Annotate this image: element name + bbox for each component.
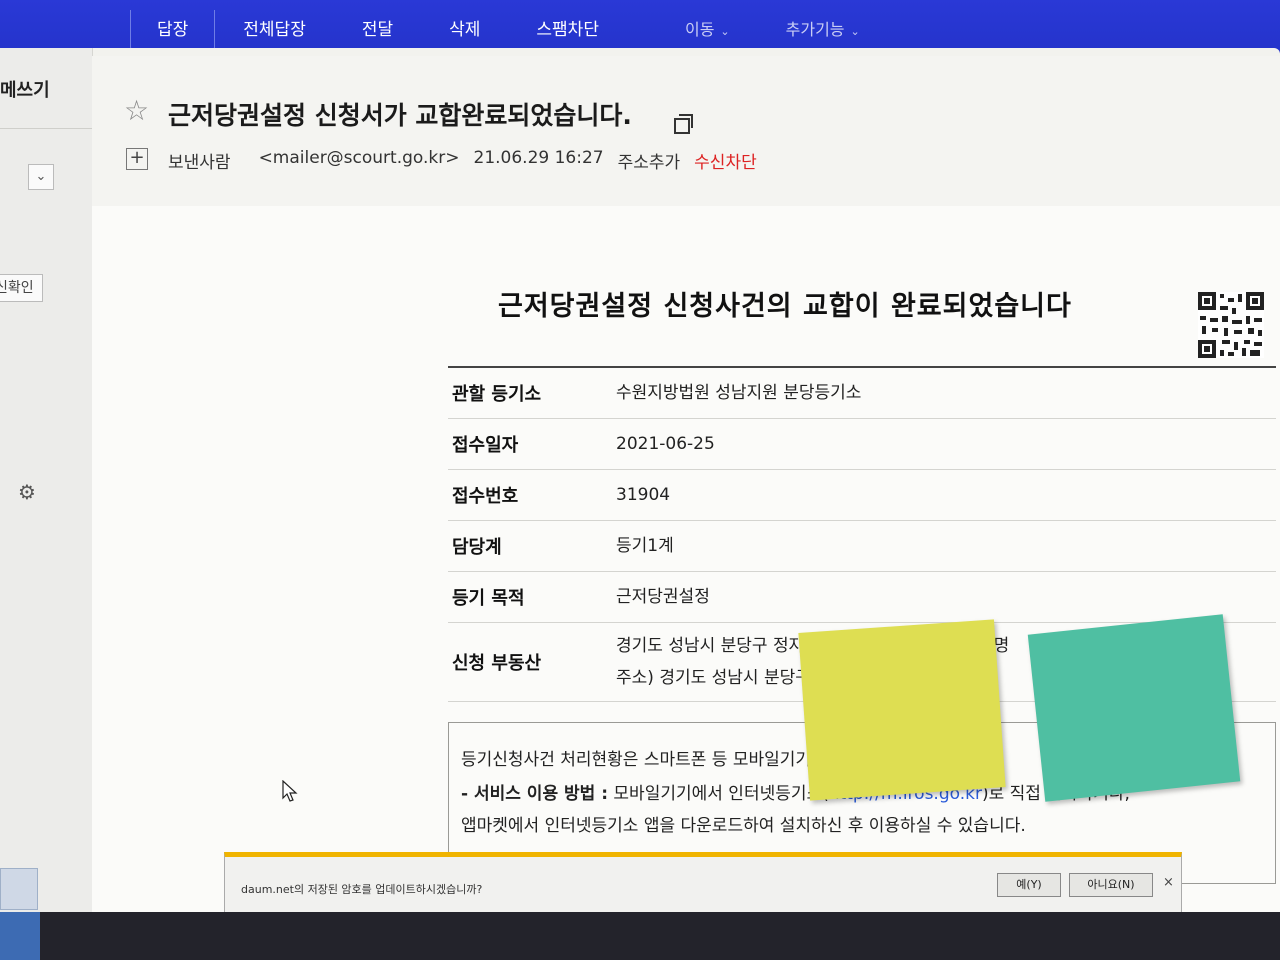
info-line-2: - 서비스 이용 방법 : 모바일기기에서 인터넷등기소(http://m.ir… xyxy=(461,779,1130,804)
row-value: 등기1계 xyxy=(616,536,674,556)
body-title: 근저당권설정 신청사건의 교합이 완료되었습니다 xyxy=(498,291,1072,322)
compose-button[interactable]: 메쓰기 xyxy=(0,76,50,102)
chevron-down-icon: ⌄ xyxy=(850,25,860,38)
copy-icon[interactable] xyxy=(674,114,693,134)
row-label: 관할 등기소 xyxy=(452,384,542,405)
sender-email[interactable]: <mailer@scourt.go.kr> xyxy=(259,148,460,173)
row-value: 31904 xyxy=(616,485,671,505)
sender-row: 보낸사람 <mailer@scourt.go.kr> 21.06.29 16:2… xyxy=(168,148,771,173)
row-label: 담당계 xyxy=(452,537,502,558)
add-address-link[interactable]: 주소추가 xyxy=(618,148,681,173)
row-label: 접수일자 xyxy=(452,435,519,456)
table-row: 접수번호 31904 xyxy=(448,470,1276,521)
teal-sticky-note xyxy=(1027,614,1241,802)
yellow-sticky-note xyxy=(798,619,1006,801)
ie-icon[interactable] xyxy=(0,912,40,960)
star-icon[interactable]: ☆ xyxy=(124,94,149,127)
table-row: 접수일자 2021-06-25 xyxy=(448,419,1276,470)
row-value: 2021-06-25 xyxy=(616,434,715,454)
reply-button[interactable]: 답장 xyxy=(130,9,216,51)
expand-plus-icon[interactable]: + xyxy=(126,148,148,170)
more-features-dropdown[interactable]: 추가기능 ⌄ xyxy=(758,10,888,50)
message-subject: 근저당권설정 신청서가 교합완료되었습니다. xyxy=(168,101,632,130)
mouse-cursor-icon xyxy=(282,780,298,802)
move-label: 이동 xyxy=(684,20,715,39)
read-confirm-button[interactable]: 신확인 xyxy=(0,274,43,302)
row-label: 접수번호 xyxy=(452,486,519,507)
qr-code-icon xyxy=(1198,292,1264,358)
notification-text: daum.net의 저장된 암호를 업데이트하시겠습니까? xyxy=(241,883,483,896)
message-datetime: 21.06.29 16:27 xyxy=(473,148,604,168)
table-row: 등기 목적 근저당권설정 xyxy=(448,572,1276,623)
taskbar xyxy=(0,912,1280,960)
more-features-label: 추가기능 xyxy=(785,20,845,39)
row-value: 근저당권설정 xyxy=(616,587,710,607)
chevron-down-icon[interactable]: ⌄ xyxy=(28,164,54,190)
browser-window: 답장 전체답장 전달 삭제 스팸차단 이동 ⌄ 추가기능 ⌄ 메쓰기 ⌄ 신확인 ⚙… xyxy=(0,0,1280,912)
close-icon[interactable]: × xyxy=(1163,875,1174,890)
block-sender-link[interactable]: 수신차단 xyxy=(694,148,757,173)
service-method-label: - 서비스 이용 방법 : xyxy=(461,784,609,804)
info-line-2-text: 모바일기기에서 인터넷등기소( xyxy=(608,784,829,804)
content-top-edge xyxy=(0,48,1280,56)
yes-button[interactable]: 예(Y) xyxy=(997,873,1061,897)
row-label: 등기 목적 xyxy=(452,588,525,609)
delete-button[interactable]: 삭제 xyxy=(421,10,508,50)
row-value: 수원지방법원 성남지원 분당등기소 xyxy=(616,383,862,403)
mail-body: 근저당권설정 신청사건의 교합이 완료되었습니다 관할 등기소 수원지방법원 성… xyxy=(92,206,1280,912)
password-update-bar: daum.net의 저장된 암호를 업데이트하시겠습니까? 예(Y) 아니요(N… xyxy=(224,852,1182,912)
no-button[interactable]: 아니요(N) xyxy=(1069,873,1153,897)
move-dropdown[interactable]: 이동 ⌄ xyxy=(657,10,758,50)
table-row: 관할 등기소 수원지방법원 성남지원 분당등기소 xyxy=(448,368,1276,419)
message-header: ☆ 근저당권설정 신청서가 교합완료되었습니다. + 보낸사람 <mailer@… xyxy=(92,56,1280,206)
chevron-down-icon: ⌄ xyxy=(720,25,730,38)
sidebar-divider xyxy=(0,128,92,129)
forward-button[interactable]: 전달 xyxy=(334,10,421,50)
reply-all-button[interactable]: 전체답장 xyxy=(215,10,334,50)
side-window-tab[interactable] xyxy=(0,868,38,910)
row-label: 신청 부동산 xyxy=(452,653,542,674)
info-line-3: 앱마켓에서 인터넷등기소 앱을 다운로드하여 설치하신 후 이용하실 수 있습니… xyxy=(461,816,1026,836)
gear-icon[interactable]: ⚙ xyxy=(18,480,36,504)
table-row: 담당계 등기1계 xyxy=(448,521,1276,572)
sender-label: 보낸사람 xyxy=(168,153,231,173)
spam-block-button[interactable]: 스팸차단 xyxy=(508,10,627,50)
left-sidebar: 메쓰기 ⌄ 신확인 ⚙ xyxy=(0,48,93,912)
